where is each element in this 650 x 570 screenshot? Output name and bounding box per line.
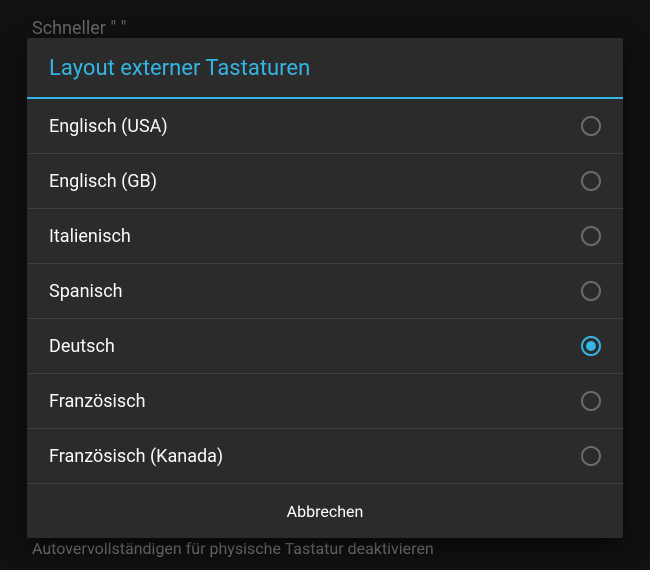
dialog-overlay: Layout externer Tastaturen Englisch (USA… [0,0,650,570]
option-item[interactable]: Italienisch [27,209,623,264]
dialog-footer: Abbrechen [27,484,623,538]
option-item[interactable]: Englisch (USA) [27,99,623,154]
radio-icon[interactable] [581,391,601,411]
option-label: Englisch (GB) [49,171,157,192]
radio-icon[interactable] [581,226,601,246]
option-label: Französisch (Kanada) [49,446,223,467]
radio-icon[interactable] [581,171,601,191]
option-label: Englisch (USA) [49,116,168,137]
option-label: Deutsch [49,336,115,357]
option-label: Italienisch [49,226,131,247]
option-item[interactable]: Französisch (Kanada) [27,429,623,484]
option-item[interactable]: Deutsch [27,319,623,374]
radio-icon[interactable] [581,446,601,466]
radio-icon[interactable] [581,281,601,301]
cancel-button[interactable]: Abbrechen [27,484,623,538]
radio-icon[interactable] [581,336,601,356]
option-item[interactable]: Französisch [27,374,623,429]
keyboard-layout-dialog: Layout externer Tastaturen Englisch (USA… [27,38,623,538]
option-item[interactable]: Spanisch [27,264,623,319]
option-item[interactable]: Englisch (GB) [27,154,623,209]
option-label: Französisch [49,391,146,412]
dialog-title: Layout externer Tastaturen [27,38,623,99]
radio-inner-icon [586,341,596,351]
option-list: Englisch (USA) Englisch (GB) Italienisch Sp… [27,99,623,484]
option-label: Spanisch [49,281,123,302]
radio-icon[interactable] [581,116,601,136]
